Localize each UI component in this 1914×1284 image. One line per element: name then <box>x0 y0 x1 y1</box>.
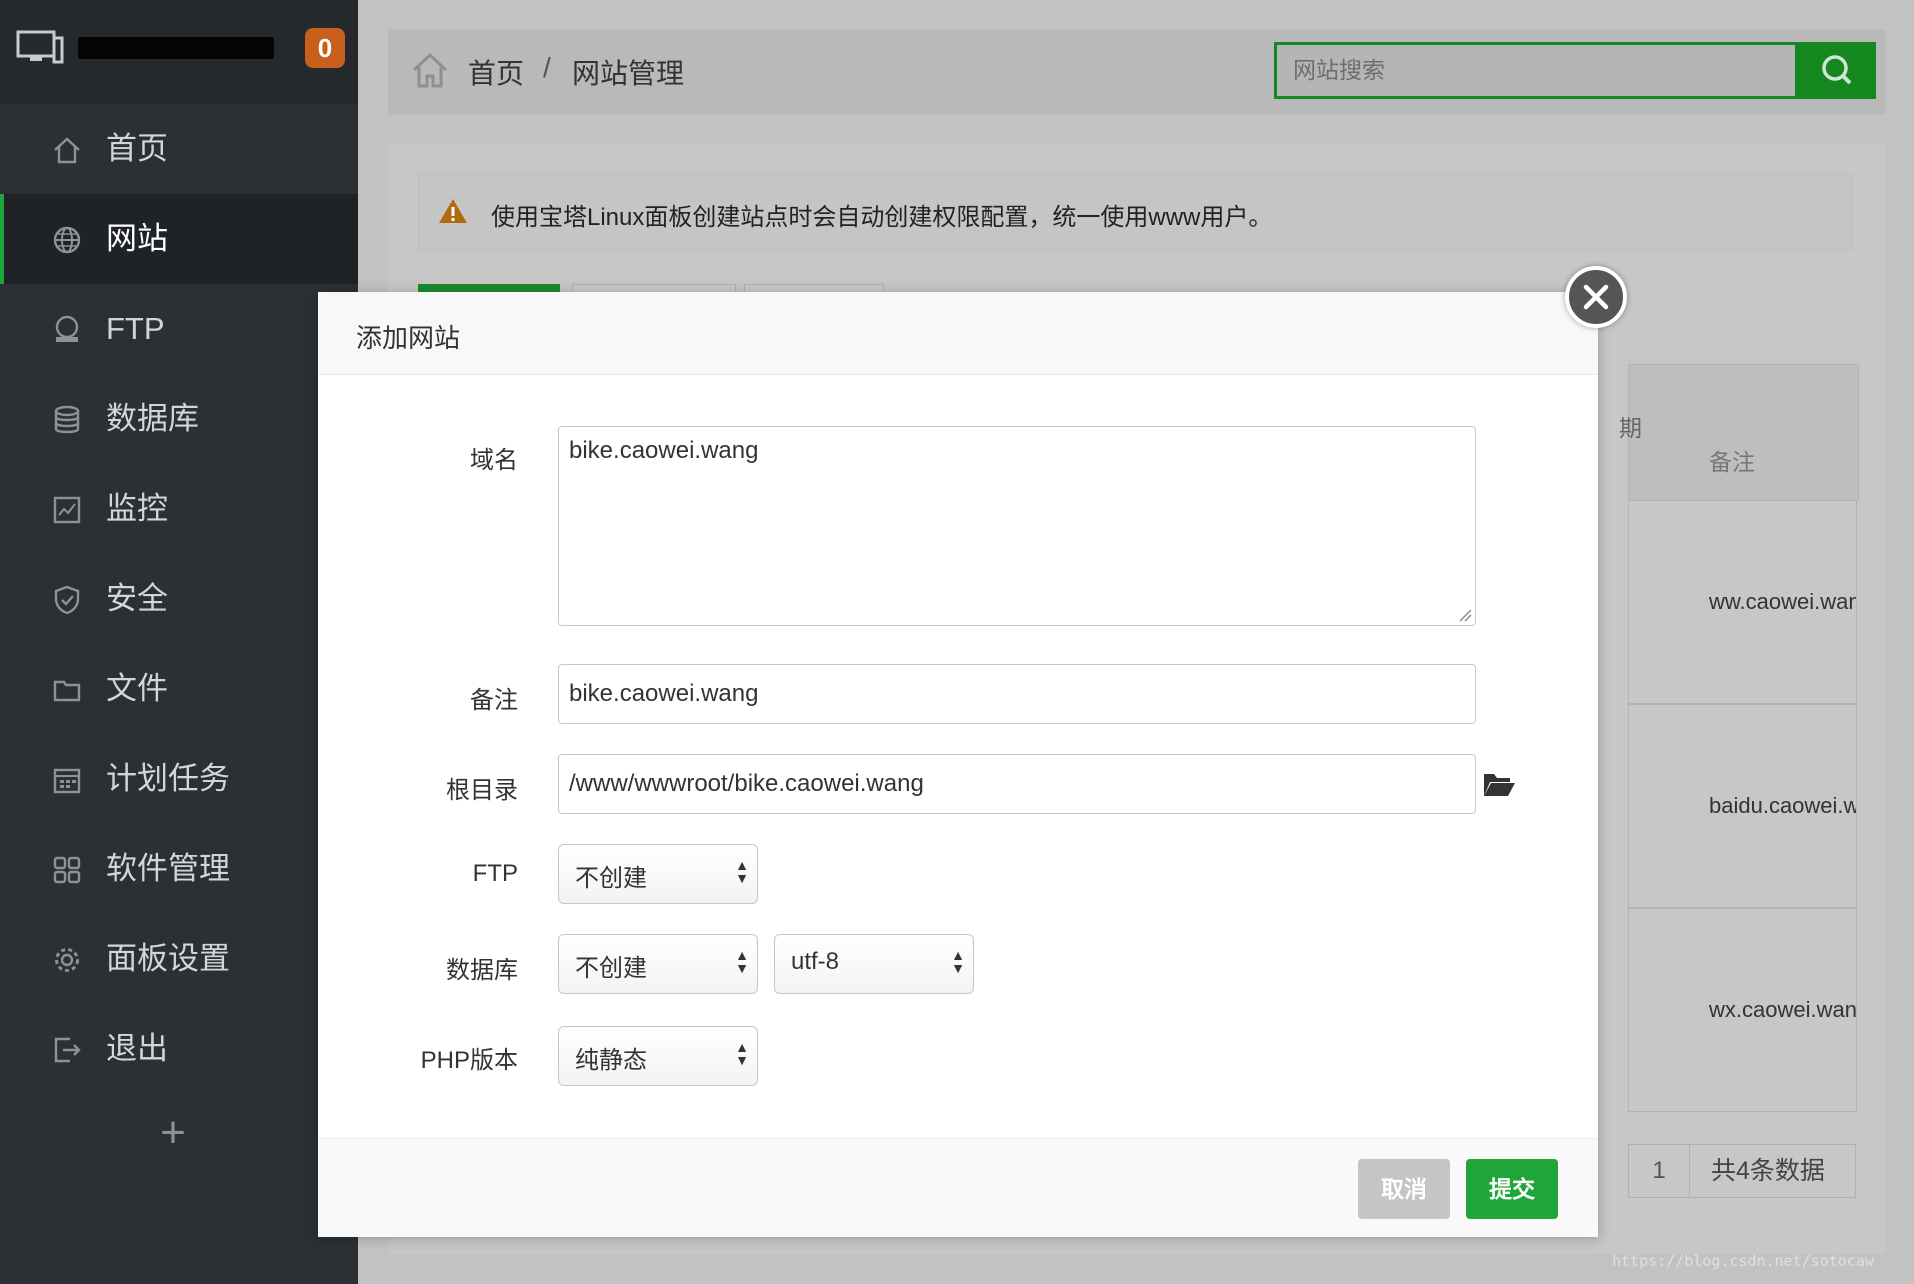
search-input[interactable]: 网站搜索 <box>1274 42 1798 99</box>
sidebar-item-label: 监控 <box>106 491 168 526</box>
watermark: https://blog.csdn.net/sotocaw <box>1612 1252 1874 1270</box>
globe-icon <box>53 226 81 254</box>
sidebar-item-security[interactable]: 安全 <box>0 554 358 644</box>
table-row[interactable]: ww.caowei.wang <box>1628 500 1857 704</box>
resize-handle-icon[interactable] <box>1456 606 1472 622</box>
search-icon <box>1822 55 1852 85</box>
table-header-date-partial: 期 <box>1619 415 1642 441</box>
close-icon <box>1583 284 1609 310</box>
sidebar-item-cron[interactable]: 计划任务 <box>0 734 358 824</box>
php-version-select-value: 纯静态 <box>575 1047 647 1074</box>
database-label: 数据库 <box>446 957 518 984</box>
calendar-icon <box>53 768 81 794</box>
home-icon[interactable] <box>410 50 450 90</box>
sidebar-item-label: 面板设置 <box>106 941 230 976</box>
row-remark: baidu.caowei.wang <box>1709 793 1856 818</box>
submit-button[interactable]: 提交 <box>1466 1159 1558 1219</box>
remark-input[interactable]: bike.caowei.wang <box>558 664 1476 724</box>
shield-icon <box>54 585 80 615</box>
monitor-icon <box>16 30 64 64</box>
cancel-button[interactable]: 取消 <box>1358 1159 1450 1219</box>
sidebar-item-label: 软件管理 <box>106 851 230 886</box>
ftp-label: FTP <box>472 860 518 887</box>
table-header: 期 备注 <box>1619 364 1859 501</box>
sidebar-item-label: 网站 <box>106 221 168 256</box>
sidebar-item-label: 退出 <box>106 1031 168 1066</box>
table-row[interactable]: wx.caowei.wang <box>1628 908 1857 1112</box>
php-version-select[interactable]: 纯静态 ▲ ▼ <box>558 1026 758 1086</box>
home-icon <box>54 137 80 164</box>
sidebar-item-monitor[interactable]: 监控 <box>0 464 358 554</box>
pagination: 1 共4条数据 <box>1628 1144 1856 1198</box>
top-bar: 首页 / 网站管理 网站搜索 <box>388 30 1885 114</box>
dialog-footer: 取消 提交 <box>318 1138 1598 1237</box>
sidebar-item-label: 数据库 <box>106 401 199 436</box>
select-arrows-icon: ▲ ▼ <box>735 857 749 886</box>
ftp-select[interactable]: 不创建 ▲ ▼ <box>558 844 758 904</box>
sidebar-item-ftp[interactable]: FTP <box>0 284 358 374</box>
sidebar-item-label: 计划任务 <box>106 761 230 796</box>
breadcrumb-current: 网站管理 <box>572 58 685 89</box>
database-select-value: 不创建 <box>575 955 647 982</box>
ftp-select-value: 不创建 <box>575 865 647 892</box>
close-dialog-button[interactable] <box>1565 266 1627 328</box>
table-header-remark: 备注 <box>1709 449 1755 475</box>
add-shortcut-button[interactable]: + <box>150 1110 196 1156</box>
sidebar-item-database[interactable]: 数据库 <box>0 374 358 464</box>
charset-select-value: utf-8 <box>791 948 840 975</box>
sidebar-header: 0 <box>0 0 358 104</box>
sidebar-item-website[interactable]: 网站 <box>0 194 358 284</box>
domain-textarea[interactable]: bike.caowei.wang <box>558 426 1476 626</box>
sidebar-item-label: 安全 <box>106 581 168 616</box>
select-arrows-icon: ▲ ▼ <box>735 1039 749 1068</box>
sidebar-nav: 首页 网站 FTP 数据库 监控 安全 文件 计划任务 软件管理 面板设置 退出 <box>0 104 358 1094</box>
sidebar-item-label: 文件 <box>106 671 168 706</box>
sidebar-item-logout[interactable]: 退出 <box>0 1004 358 1094</box>
root-dir-label: 根目录 <box>446 777 518 804</box>
charset-select[interactable]: utf-8 ▲ ▼ <box>774 934 974 994</box>
php-version-label: PHP版本 <box>420 1047 518 1074</box>
add-site-dialog: 添加网站 域名 bike.caowei.wang 备注 bike.caowei.… <box>318 292 1598 1237</box>
gear-icon <box>55 948 79 972</box>
dialog-header: 添加网站 <box>318 292 1598 375</box>
page-number[interactable]: 1 <box>1629 1145 1690 1197</box>
ftp-icon <box>55 315 79 342</box>
logout-icon <box>54 1037 81 1063</box>
sidebar: 0 首页 网站 FTP 数据库 监控 安全 文件 计划任务 软件管理 面板设置 … <box>0 0 358 1284</box>
total-count: 共4条数据 <box>1711 1157 1825 1185</box>
folder-open-icon[interactable] <box>1482 770 1516 798</box>
row-remark: ww.caowei.wang <box>1709 589 1857 614</box>
warning-icon <box>439 199 467 223</box>
alert-text: 使用宝塔Linux面板创建站点时会自动创建权限配置，统一使用www用户。 <box>491 204 1273 231</box>
sidebar-item-software[interactable]: 软件管理 <box>0 824 358 914</box>
remark-label: 备注 <box>470 687 518 714</box>
breadcrumb-separator: / <box>543 52 551 83</box>
sidebar-item-files[interactable]: 文件 <box>0 644 358 734</box>
database-select[interactable]: 不创建 ▲ ▼ <box>558 934 758 994</box>
breadcrumb-home[interactable]: 首页 <box>468 52 524 92</box>
notification-badge[interactable]: 0 <box>305 28 345 68</box>
select-arrows-icon: ▲ ▼ <box>735 947 749 976</box>
dialog-title: 添加网站 <box>356 323 461 353</box>
sidebar-item-settings[interactable]: 面板设置 <box>0 914 358 1004</box>
root-dir-input[interactable]: /www/wwwroot/bike.caowei.wang <box>558 754 1476 814</box>
sidebar-item-label: FTP <box>106 311 165 346</box>
server-name-redacted <box>78 37 274 59</box>
row-remark: wx.caowei.wang <box>1709 997 1857 1022</box>
table-row[interactable]: baidu.caowei.wang <box>1628 704 1857 908</box>
domain-label: 域名 <box>470 447 518 474</box>
database-icon <box>54 405 80 434</box>
sidebar-item-label: 首页 <box>106 131 168 166</box>
folder-icon <box>53 680 81 702</box>
select-arrows-icon: ▲ ▼ <box>951 947 965 976</box>
info-alert: 使用宝塔Linux面板创建站点时会自动创建权限配置，统一使用www用户。 <box>418 174 1852 250</box>
search-button[interactable] <box>1798 42 1876 99</box>
sidebar-item-home[interactable]: 首页 <box>0 104 358 194</box>
grid-icon <box>53 856 81 884</box>
monitor-chart-icon <box>53 496 81 524</box>
